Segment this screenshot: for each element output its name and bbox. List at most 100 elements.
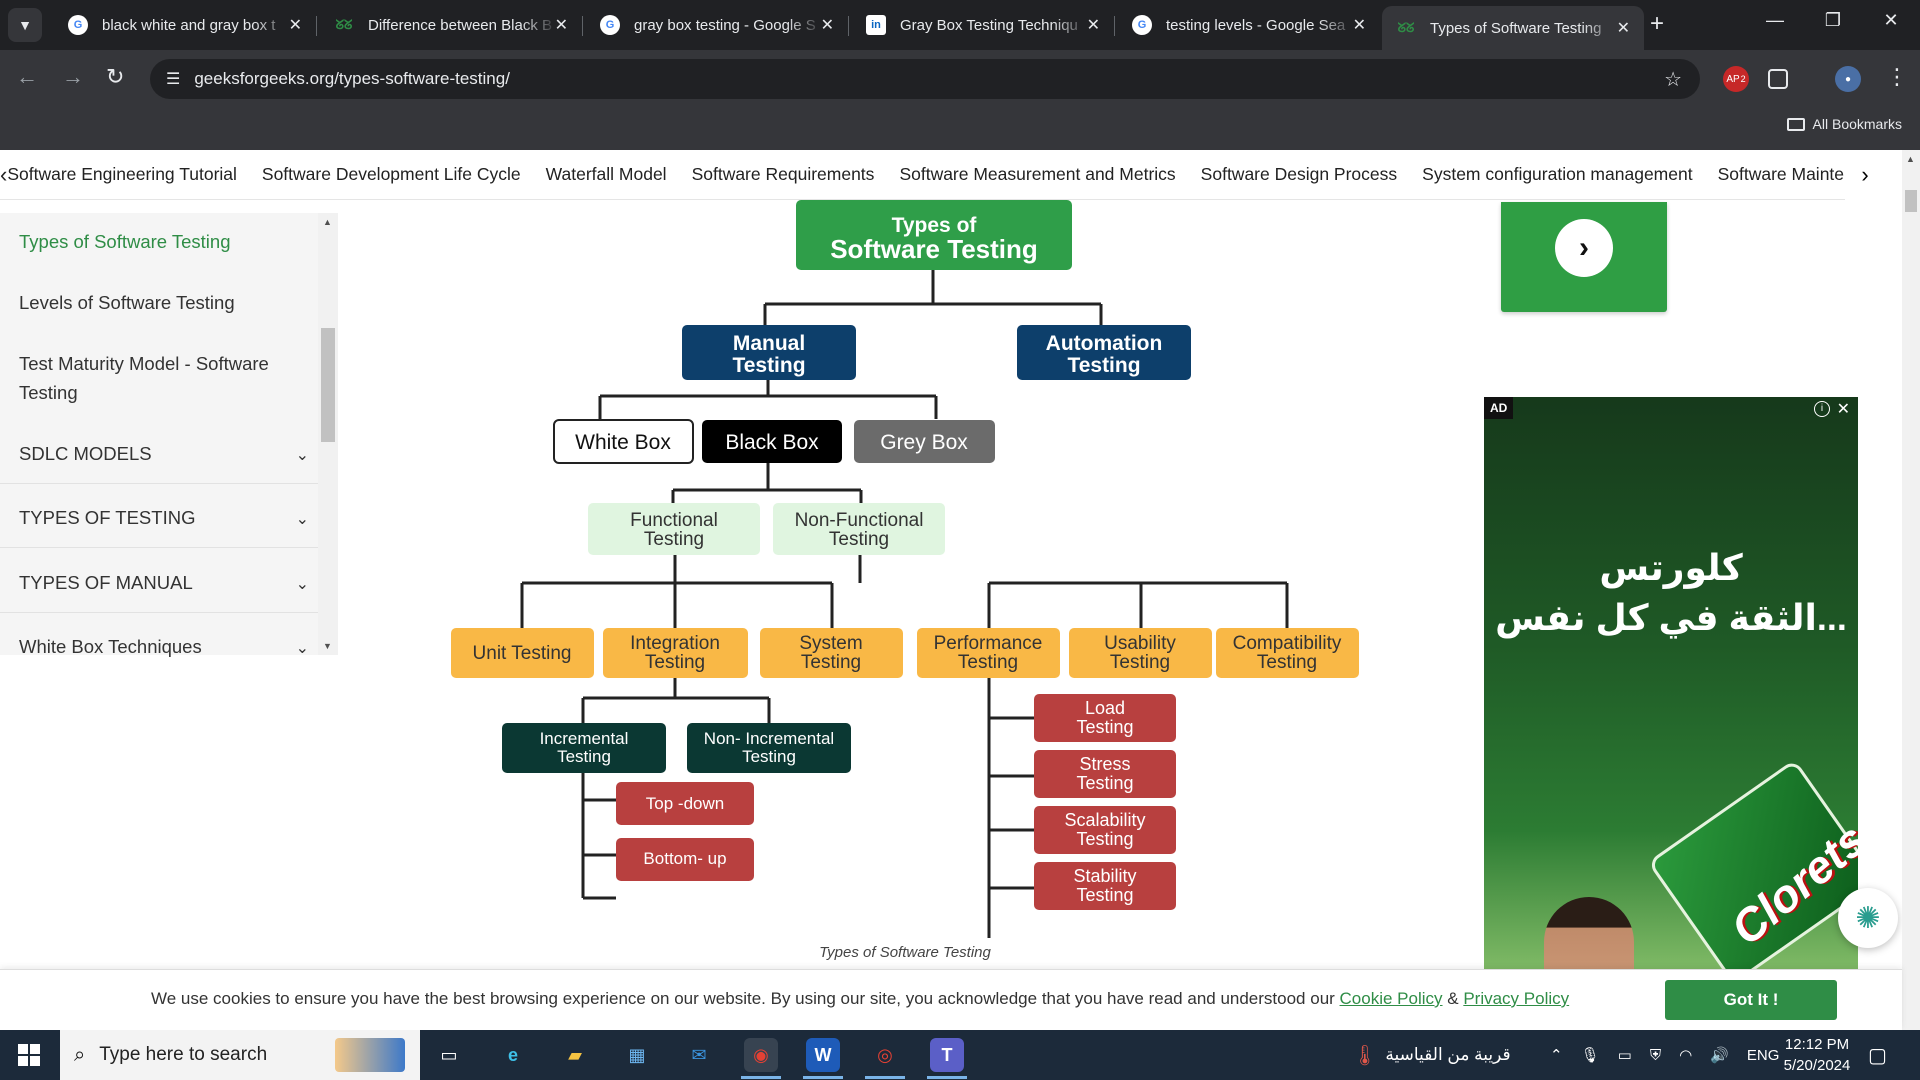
close-tab-icon[interactable]: ✕: [1353, 15, 1366, 35]
privacy-policy-link[interactable]: Privacy Policy: [1463, 989, 1569, 1008]
node-label: Performance: [934, 633, 1043, 654]
next-article-card[interactable]: ›: [1501, 202, 1667, 312]
word-icon[interactable]: W: [806, 1038, 840, 1072]
close-window-icon[interactable]: ✕: [1876, 10, 1906, 31]
browser-tab[interactable]: G testing levels - Google Sea ✕: [1118, 8, 1380, 42]
browser-tab-active[interactable]: ᘜᘜ Types of Software Testing ✕: [1382, 6, 1644, 50]
close-tab-icon[interactable]: ✕: [555, 15, 568, 35]
wifi-icon[interactable]: ◠: [1679, 1046, 1692, 1064]
chevron-right-icon[interactable]: ›: [1845, 150, 1885, 200]
teams-icon[interactable]: T: [930, 1038, 964, 1072]
folder-icon: [1786, 117, 1805, 131]
advertisement[interactable]: AD i ✕ كلورتس الثقة في كل نفس... Clorets: [1484, 397, 1858, 1017]
topnav-item[interactable]: Waterfall Model: [546, 164, 667, 185]
sidebar-section-sdlc-models[interactable]: SDLC MODELS ⌄: [19, 439, 309, 468]
sidebar-item-test-maturity-model[interactable]: Test Maturity Model - Software Testing: [19, 349, 289, 407]
back-icon[interactable]: ←: [16, 64, 38, 90]
section-label: TYPES OF MANUAL: [19, 572, 193, 593]
node-label: Non- Incremental: [704, 729, 834, 748]
search-placeholder: Type here to search: [99, 1044, 268, 1065]
ad-info-icon[interactable]: i: [1814, 401, 1830, 417]
ad-close-icon[interactable]: ✕: [1837, 399, 1850, 419]
tab-title: testing levels - Google Sea: [1166, 16, 1346, 34]
site-info-icon[interactable]: ☰: [166, 69, 180, 89]
close-tab-icon[interactable]: ✕: [1617, 18, 1630, 38]
chevron-down-icon: ⌄: [295, 640, 309, 657]
node-label: Testing: [1257, 652, 1317, 673]
topnav-item[interactable]: Software Design Process: [1201, 164, 1397, 185]
sidebar-section-types-of-manual[interactable]: TYPES OF MANUAL ⌄: [19, 568, 309, 597]
active-app-indicator: [865, 1076, 905, 1079]
node-label: Testing: [1076, 773, 1133, 793]
mail-icon[interactable]: ✉: [682, 1038, 716, 1072]
node-label: Integration: [630, 633, 720, 654]
thermometer-icon: 🌡: [1352, 1044, 1378, 1067]
sidebar-section-types-of-testing[interactable]: TYPES OF TESTING ⌄: [19, 503, 309, 532]
browser-tab[interactable]: G black white and gray box t ✕: [54, 8, 316, 42]
url-text[interactable]: geeksforgeeks.org/types-software-testing…: [194, 69, 510, 89]
taskbar-search[interactable]: ⌕ Type here to search: [60, 1030, 420, 1080]
chrome-icon[interactable]: ◉: [744, 1038, 778, 1072]
page-scrollbar[interactable]: ▲: [1902, 150, 1920, 1030]
close-tab-icon[interactable]: ✕: [821, 15, 834, 35]
browser-tab[interactable]: G gray box testing - Google S ✕: [586, 8, 848, 42]
scrollbar-thumb[interactable]: [321, 328, 335, 442]
close-tab-icon[interactable]: ✕: [289, 15, 302, 35]
tab-title: gray box testing - Google S: [634, 16, 816, 34]
topnav-item[interactable]: Software Measurement and Metrics: [899, 164, 1175, 185]
clock[interactable]: 12:12 PM 5/20/2024: [1768, 1034, 1866, 1076]
chevron-left-icon[interactable]: ‹: [0, 162, 7, 188]
topnav-item[interactable]: Software Requirements: [692, 164, 875, 185]
node-label: Black Box: [725, 431, 819, 454]
extensions-puzzle-icon[interactable]: [1768, 69, 1788, 89]
scroll-up-icon[interactable]: ▲: [1906, 154, 1915, 164]
tab-title: Types of Software Testing: [1430, 19, 1602, 37]
ai-assistant-icon[interactable]: ✺: [1838, 888, 1898, 948]
security-icon[interactable]: ⛨: [1650, 1047, 1661, 1064]
file-explorer-icon[interactable]: ▰: [558, 1038, 592, 1072]
profile-avatar[interactable]: ●: [1835, 66, 1861, 92]
windows-start-icon[interactable]: [18, 1044, 40, 1066]
chevron-up-icon[interactable]: ⌃: [1550, 1046, 1563, 1064]
microphone-icon[interactable]: 🎙: [1581, 1046, 1600, 1064]
chevron-right-icon[interactable]: ›: [1555, 219, 1613, 277]
browser-tab[interactable]: in Gray Box Testing Techniqu ✕: [852, 8, 1114, 42]
menu-icon[interactable]: ⋮: [1886, 64, 1908, 90]
cookie-policy-link[interactable]: Cookie Policy: [1340, 989, 1443, 1008]
reload-icon[interactable]: ↻: [106, 64, 124, 90]
scroll-up-icon[interactable]: ▲: [323, 217, 332, 227]
node-label: Scalability: [1064, 810, 1145, 830]
edge-icon[interactable]: e: [496, 1038, 530, 1072]
close-tab-icon[interactable]: ✕: [1087, 15, 1100, 35]
all-bookmarks[interactable]: All Bookmarks: [1786, 116, 1902, 132]
node-label: Incremental: [540, 729, 629, 748]
node-label: Testing: [1067, 354, 1140, 377]
minimize-icon[interactable]: —: [1760, 10, 1790, 31]
notifications-icon[interactable]: ▢: [1868, 1030, 1887, 1080]
scroll-down-icon[interactable]: ▼: [323, 641, 332, 651]
topnav-item[interactable]: Software Engineering Tutorial: [7, 164, 237, 185]
topnav-item[interactable]: Software Development Life Cycle: [262, 164, 521, 185]
tab-search-button[interactable]: ▼: [8, 8, 42, 42]
address-bar[interactable]: ☰ geeksforgeeks.org/types-software-testi…: [150, 59, 1700, 99]
restore-icon[interactable]: ❐: [1818, 10, 1848, 31]
topnav-item[interactable]: System configuration management: [1422, 164, 1692, 185]
sidebar-section-white-box-techniques[interactable]: White Box Techniques ⌄: [19, 632, 309, 661]
scrollbar-thumb[interactable]: [1905, 190, 1917, 212]
weather-widget[interactable]: 🌡 قريبة من القياسية: [1352, 1030, 1511, 1080]
forward-icon[interactable]: →: [62, 64, 84, 90]
sidebar-item-levels-of-software-testing[interactable]: Levels of Software Testing: [19, 288, 309, 317]
system-tray: ⌃ 🎙 ▭ ⛨ ◠ 🔊 ENG: [1550, 1030, 1779, 1080]
battery-icon[interactable]: ▭: [1618, 1046, 1632, 1064]
app-icon[interactable]: ◎: [868, 1038, 902, 1072]
bookmark-star-icon[interactable]: ☆: [1664, 67, 1682, 92]
browser-tab[interactable]: ᘜᘜ Difference between Black B ✕: [320, 8, 582, 42]
sidebar-scrollbar[interactable]: ▲ ▼: [318, 213, 338, 655]
accept-cookies-button[interactable]: Got It !: [1665, 980, 1837, 1020]
extension-icon[interactable]: AP 2: [1723, 66, 1749, 92]
volume-icon[interactable]: 🔊: [1710, 1046, 1729, 1064]
store-icon[interactable]: ▦: [620, 1038, 654, 1072]
task-view-icon[interactable]: ▭: [432, 1038, 466, 1072]
new-tab-button[interactable]: +: [1650, 10, 1664, 38]
sidebar-item-types-of-software-testing[interactable]: Types of Software Testing: [19, 227, 309, 256]
